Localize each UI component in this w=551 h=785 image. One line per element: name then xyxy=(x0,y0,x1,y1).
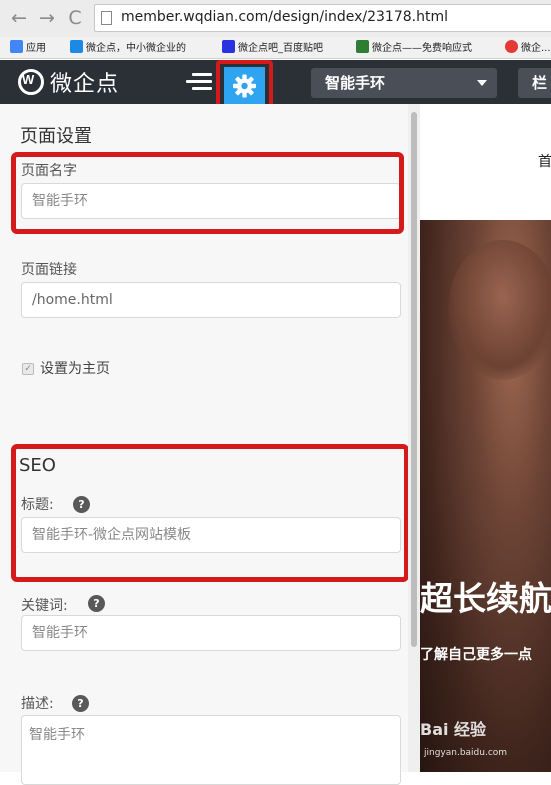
set-home-checkbox[interactable]: ✓ xyxy=(22,363,34,375)
apps-icon xyxy=(10,40,23,53)
keywords-input[interactable]: 智能手环 xyxy=(21,615,401,651)
weibo-icon xyxy=(505,40,518,53)
logo-text: 微企点 xyxy=(50,72,120,97)
watermark-url: jingyan.baidu.com xyxy=(424,748,508,758)
bookmark-wqdian-free[interactable]: 微企点——免费响应式 xyxy=(356,40,472,56)
scroll-thumb[interactable] xyxy=(411,112,417,647)
forward-icon[interactable]: → xyxy=(36,6,58,30)
preview-nav-item[interactable]: 首 xyxy=(538,151,551,171)
page-select[interactable]: 智能手环 xyxy=(311,68,497,98)
url-text[interactable]: member.wqdian.com/design/index/23178.htm… xyxy=(121,9,448,25)
logo[interactable]: 微企点 xyxy=(18,68,120,97)
hero-subtitle: 了解自己更多一点 xyxy=(420,647,532,663)
browser-toolbar: ← → C member.wqdian.com/design/index/231… xyxy=(0,0,551,37)
page-name-highlight xyxy=(11,152,404,234)
panel-scrollbar[interactable] xyxy=(408,104,420,772)
settings-button[interactable] xyxy=(224,67,265,105)
page-preview: 首 超长续航 了解自己更多一点 xyxy=(420,104,551,772)
address-bar[interactable]: member.wqdian.com/design/index/23178.htm… xyxy=(94,4,551,32)
hero-title: 超长续航 xyxy=(420,579,551,618)
menu-icon[interactable] xyxy=(186,73,212,91)
seo-highlight xyxy=(11,444,409,582)
gear-icon xyxy=(233,74,256,98)
bookmarks-bar: 应用 微企点，中小微企业的 微企点吧_百度贴吧 微企点——免费响应式 微企... xyxy=(0,37,551,59)
bookmark-tieba[interactable]: 微企点吧_百度贴吧 xyxy=(222,40,323,56)
bookmark-weibo[interactable]: 微企... xyxy=(505,40,551,56)
column-button[interactable]: 栏 xyxy=(518,68,551,98)
bookmark-wqdian[interactable]: 微企点，中小微企业的 xyxy=(70,40,186,56)
reload-icon[interactable]: C xyxy=(64,6,86,30)
baidu-paw-icon xyxy=(222,40,235,53)
description-label: 描述: xyxy=(21,696,54,712)
bookmark-apps[interactable]: 应用 xyxy=(10,40,46,56)
help-icon[interactable]: ? xyxy=(88,595,105,612)
hero-photo xyxy=(448,240,551,380)
watermark-logo: Bai 经验 xyxy=(420,720,487,739)
hero-image: 超长续航 了解自己更多一点 xyxy=(420,220,551,772)
back-icon[interactable]: ← xyxy=(8,6,30,30)
help-icon[interactable]: ? xyxy=(72,695,89,712)
page-settings-title: 页面设置 xyxy=(20,126,92,147)
page-link-input[interactable]: /home.html xyxy=(21,282,401,318)
wqdian-icon xyxy=(70,40,83,53)
page-link-label: 页面链接 xyxy=(21,262,77,278)
page-select-value: 智能手环 xyxy=(325,74,386,92)
keywords-label: 关键词: xyxy=(21,598,68,614)
logo-icon xyxy=(18,69,44,95)
douban-icon xyxy=(356,40,369,53)
set-home-label: 设置为主页 xyxy=(40,361,110,377)
chevron-down-icon xyxy=(477,80,487,86)
page-icon xyxy=(101,11,112,25)
description-textarea[interactable]: 智能手环 xyxy=(21,715,401,785)
